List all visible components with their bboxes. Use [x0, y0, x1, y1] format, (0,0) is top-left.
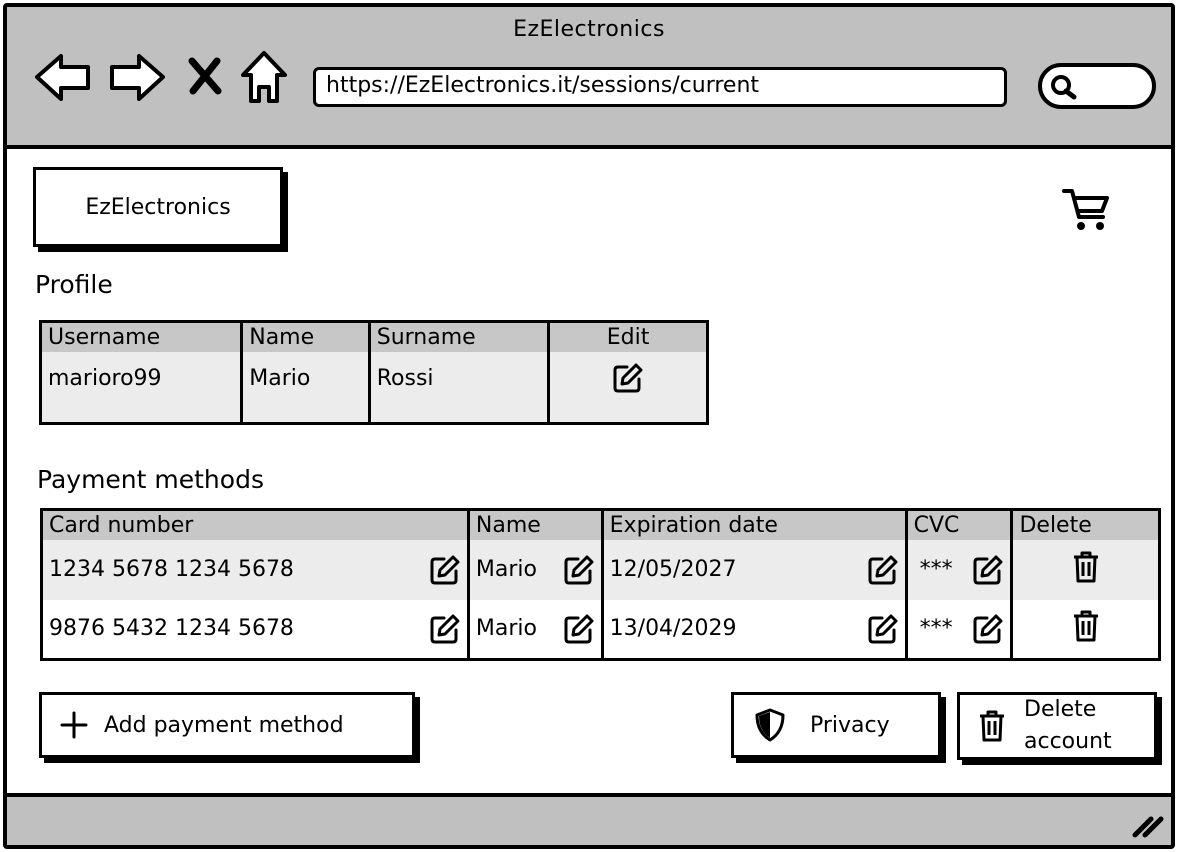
browser-status-bar — [7, 793, 1171, 845]
profile-table-header: Username Name Surname Edit — [40, 321, 708, 352]
payment-table-header: Card number Name Expiration date CVC Del… — [41, 509, 1160, 540]
profile-table: Username Name Surname Edit marioro99 Mar… — [39, 320, 709, 425]
trash-icon[interactable] — [1072, 550, 1100, 584]
window-title: EzElectronics — [513, 17, 665, 42]
delete-account-button[interactable]: Delete account — [957, 692, 1157, 760]
edit-icon[interactable] — [563, 554, 595, 586]
column-header-expiration: Expiration date — [602, 509, 908, 540]
column-header-edit: Edit — [548, 321, 708, 352]
column-header-cvc: CVC — [906, 509, 1014, 540]
stop-x-icon[interactable] — [187, 57, 223, 95]
edit-icon[interactable] — [563, 613, 595, 645]
card-number-value: 9876 5432 1234 5678 — [49, 616, 294, 642]
expiration-date-value: 12/05/2027 — [609, 557, 737, 582]
delete-account-label-line1: Delete — [1024, 697, 1097, 722]
edit-icon[interactable] — [429, 554, 461, 586]
trash-icon[interactable] — [1072, 609, 1100, 643]
forward-arrow-icon[interactable] — [107, 51, 167, 103]
home-icon[interactable] — [239, 49, 289, 105]
payment-section-title: Payment methods — [37, 465, 264, 494]
column-header-surname: Surname — [369, 321, 551, 352]
plus-icon — [60, 711, 88, 739]
card-number-value: 1234 5678 1234 5678 — [49, 557, 294, 582]
profile-section-title: Profile — [35, 270, 113, 299]
edit-profile-icon[interactable] — [612, 362, 644, 394]
table-row: 1234 5678 1234 5678 Mario 12/05/2027 *** — [41, 539, 1160, 600]
browser-toolbar: EzElectronics https://EzElectronics.it/s… — [7, 7, 1171, 149]
cvc-value: *** — [919, 557, 953, 582]
shield-icon — [755, 708, 785, 742]
column-header-card-number: Card number — [41, 509, 470, 540]
name-value: Mario — [241, 351, 371, 424]
resize-grip-icon[interactable] — [1131, 813, 1165, 839]
table-row: 9876 5432 1234 5678 Mario 13/04/2029 *** — [41, 599, 1160, 660]
privacy-button[interactable]: Privacy — [731, 692, 941, 758]
column-header-name: Name — [241, 321, 371, 352]
privacy-label: Privacy — [810, 712, 890, 738]
profile-row: marioro99 Mario Rossi — [40, 351, 708, 424]
edit-icon[interactable] — [867, 613, 899, 645]
search-icon — [1051, 75, 1077, 100]
column-header-name: Name — [468, 509, 604, 540]
delete-account-label-line2: account — [1024, 729, 1112, 754]
browser-window: EzElectronics https://EzElectronics.it/s… — [3, 3, 1175, 849]
edit-icon[interactable] — [972, 554, 1004, 586]
browser-search-field[interactable] — [1038, 63, 1156, 109]
column-header-delete: Delete — [1011, 509, 1160, 540]
edit-icon[interactable] — [429, 613, 461, 645]
add-payment-method-button[interactable]: Add payment method — [39, 692, 415, 758]
site-logo-button[interactable]: EzElectronics — [33, 167, 283, 247]
payment-methods-table: Card number Name Expiration date CVC Del… — [40, 508, 1161, 661]
column-header-username: Username — [40, 321, 244, 352]
back-arrow-icon[interactable] — [33, 51, 93, 103]
trash-icon — [980, 710, 1004, 742]
edit-icon[interactable] — [867, 554, 899, 586]
edit-cell — [549, 352, 708, 424]
address-bar[interactable]: https://EzElectronics.it/sessions/curren… — [313, 67, 1007, 107]
expiration-date-value: 13/04/2029 — [609, 616, 737, 642]
username-value: marioro99 — [40, 351, 244, 424]
add-payment-method-label: Add payment method — [104, 712, 344, 738]
cvc-value: *** — [919, 616, 953, 642]
cardholder-name-value: Mario — [475, 616, 537, 642]
cart-icon[interactable] — [1061, 185, 1111, 233]
edit-icon[interactable] — [972, 613, 1004, 645]
cardholder-name-value: Mario — [475, 557, 537, 582]
surname-value: Rossi — [369, 351, 551, 424]
